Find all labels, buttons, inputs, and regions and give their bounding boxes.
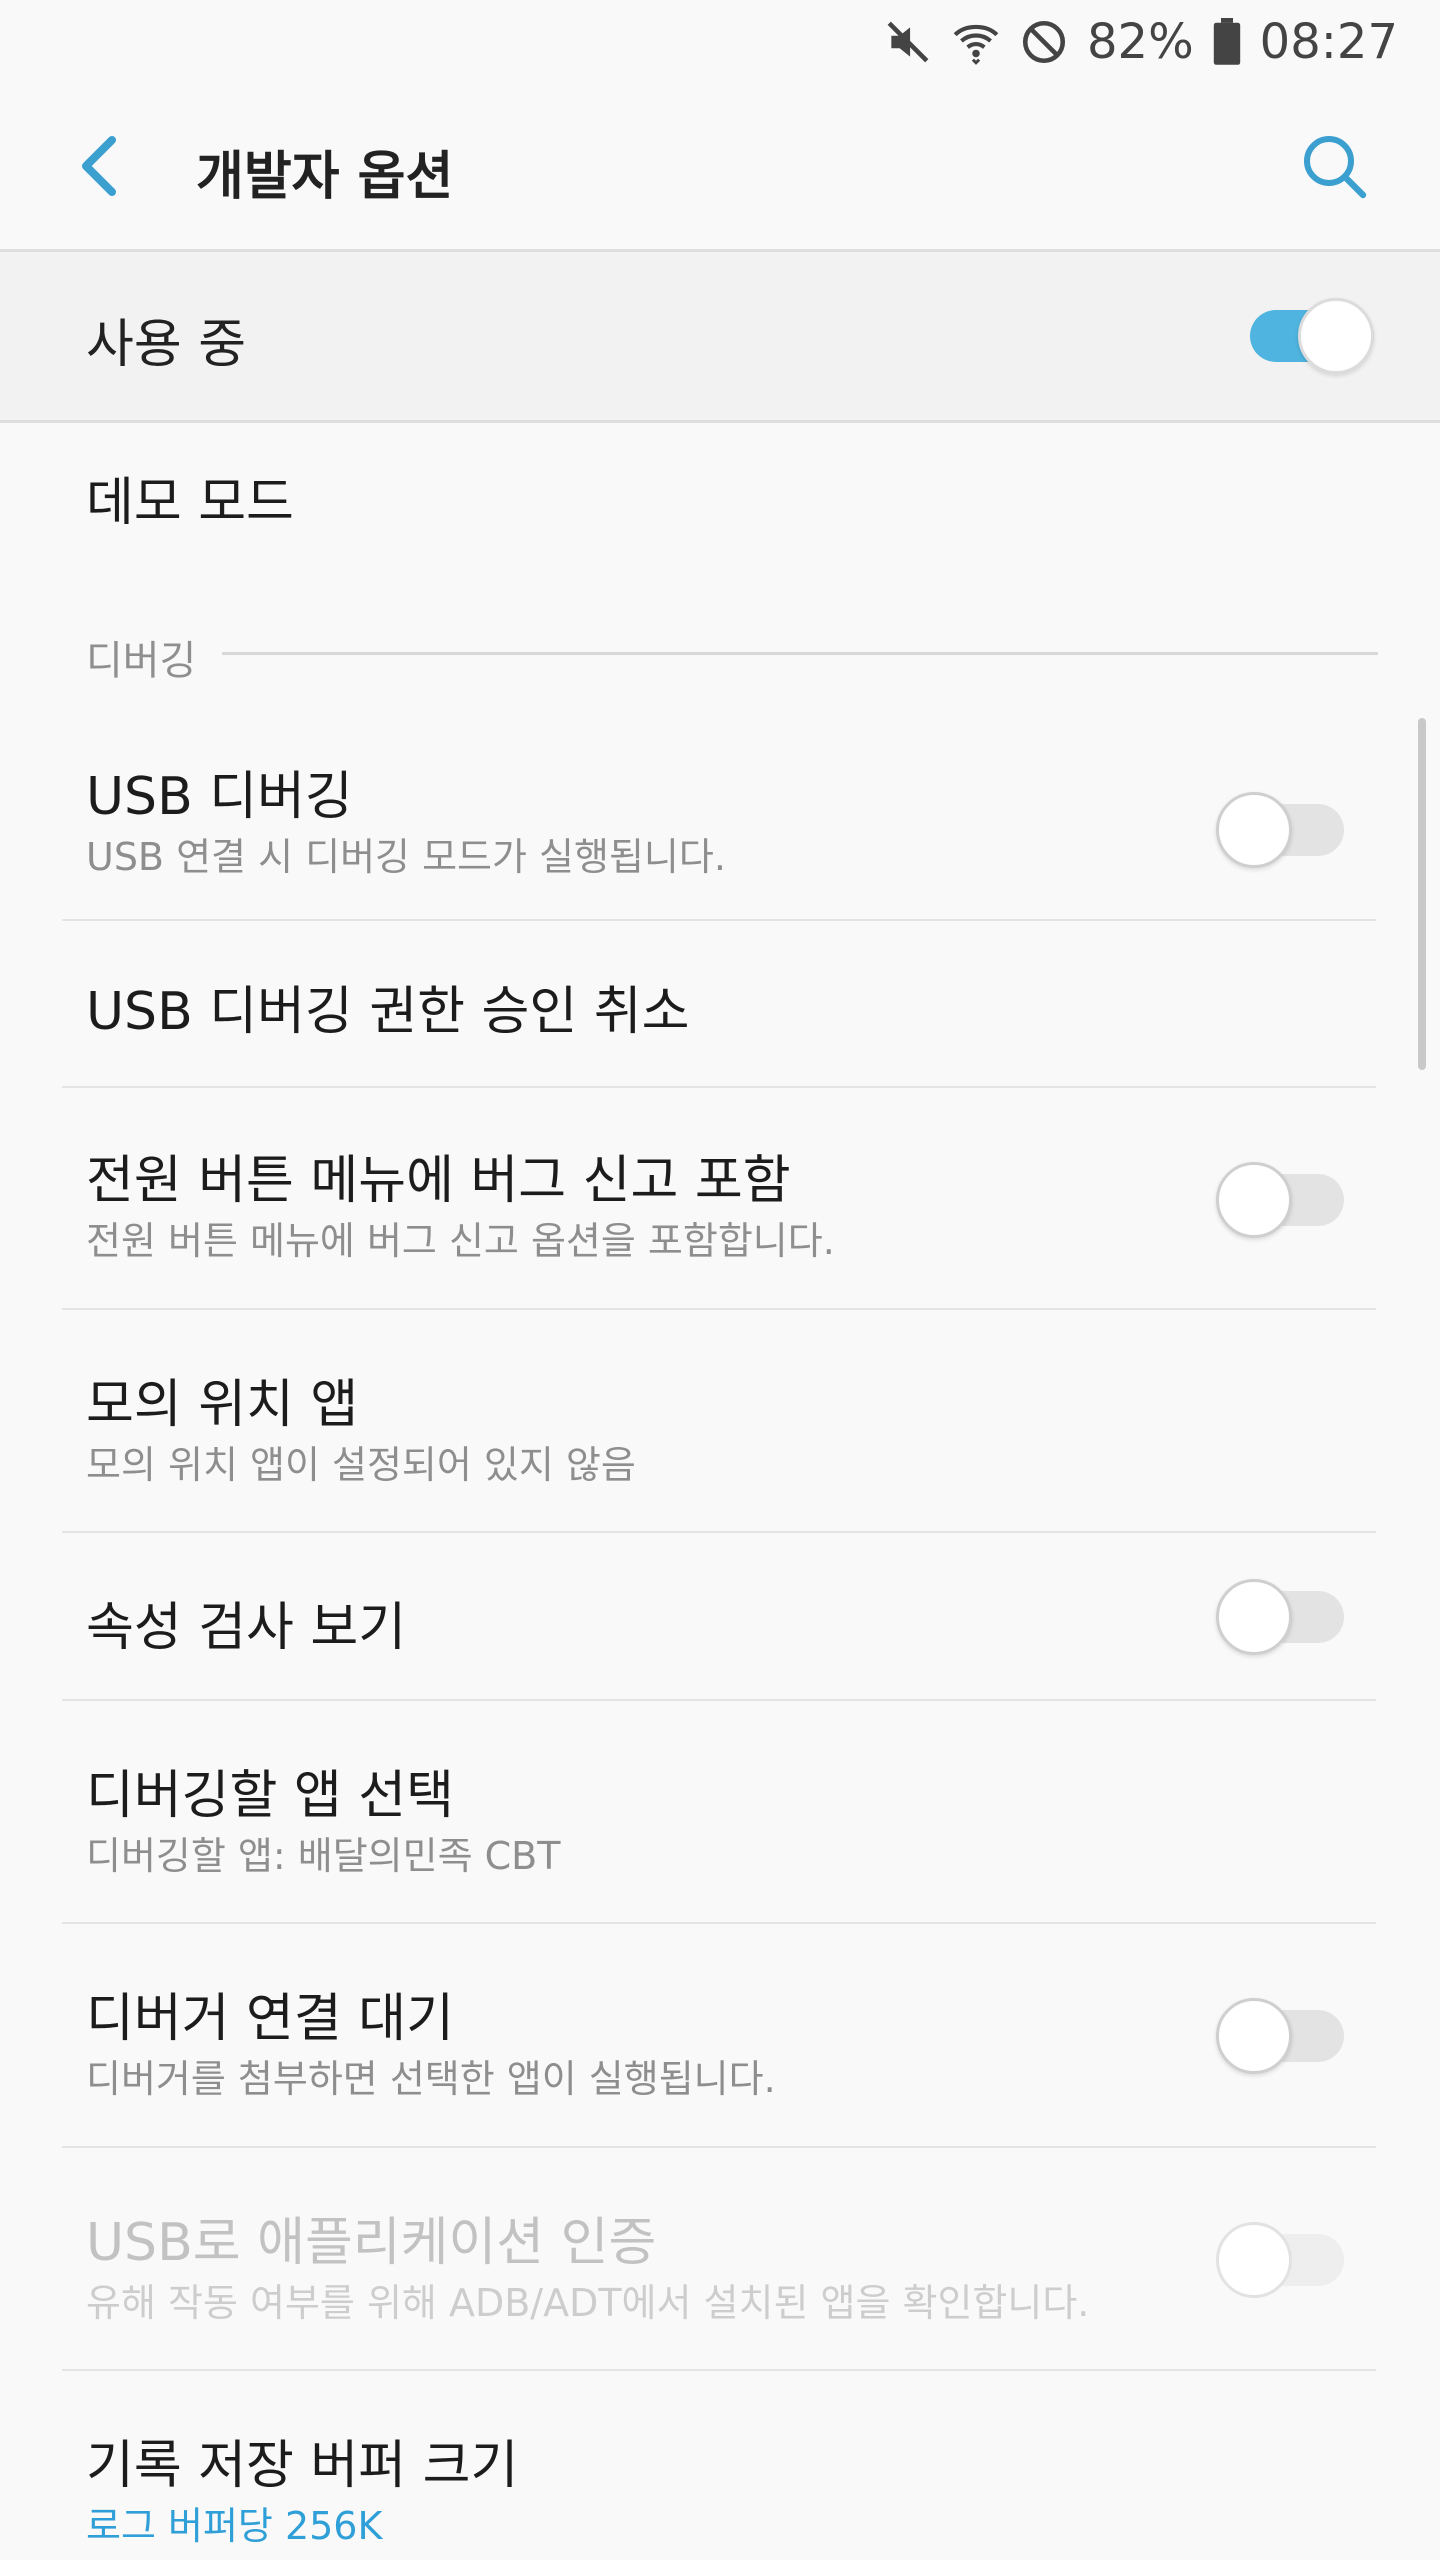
item-subtitle: USB 연결 시 디버깅 모드가 실행됩니다. — [86, 835, 726, 879]
list-item-usb-debugging[interactable]: USB 디버깅 USB 연결 시 디버깅 모드가 실행됩니다. — [0, 720, 1440, 920]
page-title: 개발자 옵션 — [196, 147, 454, 207]
developer-options-screen: 82% 08:27 개발자 옵션 사용 중 데모 모드 디버깅 USB 디버깅 … — [0, 0, 1440, 2560]
attribute-inspection-toggle[interactable] — [1216, 1577, 1344, 1657]
chevron-left-icon — [76, 134, 120, 202]
scrollbar[interactable] — [1418, 718, 1426, 1070]
app-bar: 개발자 옵션 — [0, 84, 1440, 250]
battery-icon — [1212, 18, 1242, 66]
item-title: 디버거 연결 대기 — [86, 1989, 454, 2049]
wifi-icon — [951, 16, 1001, 68]
verify-apps-toggle — [1216, 2220, 1344, 2300]
list-item-wait-for-debugger[interactable]: 디버거 연결 대기 디버거를 첨부하면 선택한 앱이 실행됩니다. — [0, 1924, 1440, 2146]
list-item-select-debug-app[interactable]: 디버깅할 앱 선택 디버깅할 앱: 배달의민족 CBT — [0, 1701, 1440, 1923]
list-item-verify-apps-over-usb: USB로 애플리케이션 인증 유해 작동 여부를 위해 ADB/ADT에서 설치… — [0, 2148, 1440, 2370]
item-title: USB 디버깅 — [86, 767, 353, 827]
toggle-thumb — [1298, 298, 1374, 374]
list-item-revoke-usb-authorizations[interactable]: USB 디버깅 권한 승인 취소 — [0, 921, 1440, 1087]
item-title: 속성 검사 보기 — [86, 1598, 407, 1658]
back-button[interactable] — [58, 128, 138, 208]
section-header-debugging: 디버깅 — [86, 638, 197, 684]
battery-percent: 82% — [1086, 14, 1194, 70]
wait-for-debugger-toggle[interactable] — [1216, 1996, 1344, 2076]
master-switch-row[interactable]: 사용 중 — [0, 252, 1440, 420]
item-title: 기록 저장 버퍼 크기 — [86, 2436, 519, 2496]
clock: 08:27 — [1259, 14, 1398, 70]
master-row-divider — [0, 420, 1440, 423]
status-bar: 82% 08:27 — [0, 0, 1440, 84]
demo-mode-title: 데모 모드 — [86, 473, 294, 533]
section-divider — [222, 652, 1378, 655]
item-subtitle: 유해 작동 여부를 위해 ADB/ADT에서 설치된 앱을 확인합니다. — [86, 2281, 1090, 2325]
toggle-thumb — [1216, 1579, 1292, 1655]
usb-debugging-toggle[interactable] — [1216, 790, 1344, 870]
item-subtitle: 로그 버퍼당 256K — [86, 2504, 383, 2548]
item-title: 전원 버튼 메뉴에 버그 신고 포함 — [86, 1151, 791, 1211]
item-title: USB 디버깅 권한 승인 취소 — [86, 982, 690, 1042]
list-item-bug-report-in-power-menu[interactable]: 전원 버튼 메뉴에 버그 신고 포함 전원 버튼 메뉴에 버그 신고 옵션을 포… — [0, 1088, 1440, 1308]
item-subtitle: 디버거를 첨부하면 선택한 앱이 실행됩니다. — [86, 2057, 776, 2101]
item-subtitle: 디버깅할 앱: 배달의민족 CBT — [86, 1834, 561, 1878]
bug-report-toggle[interactable] — [1216, 1160, 1344, 1240]
master-switch-toggle[interactable] — [1246, 296, 1374, 376]
toggle-thumb — [1216, 2222, 1292, 2298]
item-title: 모의 위치 앱 — [86, 1375, 359, 1435]
toggle-thumb — [1216, 792, 1292, 868]
list-item-logger-buffer-size[interactable]: 기록 저장 버퍼 크기 로그 버퍼당 256K — [0, 2371, 1440, 2560]
do-not-disturb-icon — [1019, 17, 1069, 67]
item-subtitle: 모의 위치 앱이 설정되어 있지 않음 — [86, 1443, 636, 1487]
master-switch-label: 사용 중 — [86, 315, 247, 375]
search-icon — [1301, 133, 1367, 203]
item-subtitle: 전원 버튼 메뉴에 버그 신고 옵션을 포함합니다. — [86, 1219, 835, 1263]
demo-mode-item[interactable]: 데모 모드 — [0, 424, 1440, 584]
item-title: 디버깅할 앱 선택 — [86, 1766, 454, 1826]
list-item-mock-location-app[interactable]: 모의 위치 앱 모의 위치 앱이 설정되어 있지 않음 — [0, 1310, 1440, 1532]
list-item-view-attribute-inspection[interactable]: 속성 검사 보기 — [0, 1533, 1440, 1699]
mute-icon — [883, 17, 933, 67]
toggle-thumb — [1216, 1162, 1292, 1238]
item-title: USB로 애플리케이션 인증 — [86, 2213, 657, 2273]
toggle-thumb — [1216, 1998, 1292, 2074]
search-button[interactable] — [1294, 128, 1374, 208]
